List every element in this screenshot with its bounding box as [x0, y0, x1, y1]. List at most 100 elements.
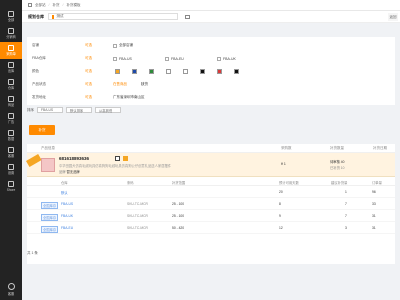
color-swatch[interactable] — [166, 69, 171, 74]
column-header: 建议补货量 — [331, 181, 348, 185]
sort-dropdown-warehouse[interactable]: FBA-US — [37, 107, 63, 113]
brand-logo — [0, 0, 22, 8]
nav-item-settings[interactable]: 设置 — [0, 161, 22, 178]
star-icon[interactable] — [123, 156, 128, 161]
nav-item-ads[interactable]: 广告 — [0, 110, 22, 127]
sku-value: SKU-TC-MCR — [127, 226, 148, 230]
order-value: 33 — [372, 202, 376, 206]
nav-item-product[interactable]: 商品 — [0, 93, 22, 110]
color-swatch[interactable] — [217, 69, 222, 74]
store-icon — [8, 181, 14, 187]
copy-icon[interactable] — [115, 156, 120, 161]
replenish-table: 产品信息 采购数 补货数量 补货日期 681618893636 中华田园犬仿真毛… — [26, 144, 395, 264]
sort-label: 排序 — [27, 107, 34, 112]
status-option-out-of-stock[interactable]: 缺货 — [141, 82, 148, 87]
filter-label: 颜色 — [32, 69, 39, 73]
sub-table-header: 仓库 条码 补货范围 预计可用天数 建议补货量 订单量 — [27, 177, 395, 186]
meta-label: 品牌 — [59, 170, 66, 174]
filter-group-name: 可选 — [85, 43, 92, 47]
filter-row-fba: FBA仓库 可选 FBA-US FBA-EU FBA-UK — [27, 53, 395, 64]
inventory-tag: 全国库存 — [41, 214, 59, 221]
headset-icon — [7, 283, 15, 290]
days-value: 12 — [279, 226, 283, 230]
range-value: 25 - 100 — [172, 202, 185, 206]
table-header: 产品信息 采购数 补货数量 补货日期 — [27, 144, 395, 153]
product-id: 681618893636 — [59, 156, 90, 161]
column-header: 补货日期 — [373, 145, 387, 150]
product-row[interactable]: 681618893636 中华田园犬仿真毛绒玩具仿真狗狗毛绒玩具仿真狗公仔创意礼… — [26, 153, 395, 177]
page-title: 规划仓库 — [28, 13, 44, 19]
color-swatch[interactable] — [183, 69, 188, 74]
color-swatch[interactable] — [234, 69, 239, 74]
nav-item-store[interactable]: Shore — [0, 178, 22, 195]
sort-dropdown-order[interactable]: 默认排序 — [66, 107, 92, 113]
warehouse-name[interactable]: FBA-US — [61, 202, 73, 206]
warehouse-name[interactable]: 默认 — [61, 190, 68, 195]
checkbox-label: FBA-EU — [171, 56, 184, 61]
color-swatch[interactable] — [149, 69, 154, 74]
filter-group-name: 可选 — [85, 95, 92, 99]
suggest-value: 3 — [345, 226, 347, 230]
column-header: 订单量 — [372, 181, 382, 185]
breadcrumb-item[interactable]: 全部站 — [35, 3, 46, 8]
breadcrumb-separator: / — [48, 3, 50, 7]
checkbox-icon — [113, 56, 117, 61]
nav-item-distributor[interactable]: 分销商 — [0, 25, 22, 42]
breadcrumb-item[interactable]: 补货模板 — [66, 3, 80, 8]
checkbox-label: FBA-US — [119, 56, 132, 61]
nav-item-service[interactable]: 客服 — [0, 144, 22, 161]
checkbox-fba-us[interactable]: FBA-US — [113, 56, 161, 61]
table-row[interactable]: 全国库存 FBA-US SKU-TC-MCR 25 - 100 8 7 33 — [27, 198, 395, 210]
checkbox-all-stores[interactable]: 全部店铺 — [113, 43, 161, 48]
filter-group-name: 可选 — [85, 82, 92, 86]
filter-label: FBA仓库 — [32, 56, 46, 60]
address-value[interactable]: 广东省深圳市南山区 — [113, 95, 145, 100]
nav-item-outbound[interactable]: 出库 — [0, 59, 22, 76]
table-row[interactable]: 全国库存 FBA-UK SKU-TC-MCR 25 - 100 9 7 31 — [27, 210, 395, 222]
suggest-value: 7 — [345, 202, 347, 206]
table-row[interactable]: 全国库存 FBA-EU SKU-TC-MCR 50 - 420 12 3 31 — [27, 222, 395, 234]
days-value: 9 — [279, 214, 281, 218]
warehouse-name[interactable]: FBA-EU — [61, 226, 73, 230]
meta-value: 暂无品牌 — [66, 170, 80, 174]
chart-icon — [8, 28, 14, 34]
bar-chart-icon — [8, 130, 14, 136]
column-header: 预计可用天数 — [279, 181, 299, 185]
warehouse-name[interactable]: FBA-UK — [61, 214, 73, 218]
column-header: 补货范围 — [172, 181, 186, 185]
home-icon[interactable] — [28, 3, 32, 7]
gear-icon — [8, 164, 14, 170]
filter-label: 产品状态 — [32, 82, 46, 86]
folder-icon[interactable] — [185, 14, 190, 19]
checkbox-fba-eu[interactable]: FBA-EU — [165, 56, 213, 61]
color-swatch[interactable] — [200, 69, 205, 74]
column-header: 采购数 — [281, 145, 292, 150]
sort-dropdown-direction[interactable]: 从高到低 — [95, 107, 121, 113]
warehouse-select[interactable]: 测试 — [48, 13, 178, 20]
color-swatch[interactable] — [132, 69, 137, 74]
status-option-on-sale[interactable]: 在售商品 — [113, 82, 137, 87]
dropdown-value: 从高到低 — [99, 108, 113, 113]
nav-item-all[interactable]: 全部 — [0, 8, 22, 25]
color-swatch[interactable] — [115, 69, 120, 74]
product-thumbnail — [41, 158, 55, 172]
checkbox-label: 全部店铺 — [119, 43, 133, 47]
breadcrumb-item[interactable]: 补货 — [52, 3, 59, 8]
checkbox-fba-uk[interactable]: FBA-UK — [217, 56, 265, 61]
product-status: 待审核 40 — [330, 160, 345, 164]
dropdown-value: FBA-US — [41, 108, 54, 112]
days-value: 20 — [279, 190, 283, 194]
replenish-button[interactable]: 补货 — [29, 125, 55, 135]
return-button[interactable]: 返回 — [388, 13, 398, 21]
table-row[interactable]: 默认 20 1 96 — [27, 186, 395, 198]
range-value: 50 - 420 — [172, 226, 185, 230]
nav-support[interactable]: 客服 — [0, 283, 22, 296]
filter-label: 发货地址 — [32, 95, 46, 99]
column-header: 条码 — [127, 181, 134, 185]
button-label: 补货 — [38, 127, 46, 132]
filter-row-color: 颜色 可选 — [27, 66, 395, 77]
nav-item-data[interactable]: 数据 — [0, 127, 22, 144]
nav-item-purchase[interactable]: 采购单 — [0, 42, 22, 59]
nav-item-warehouse[interactable]: 仓库 — [0, 76, 22, 93]
suggest-value: 7 — [345, 214, 347, 218]
